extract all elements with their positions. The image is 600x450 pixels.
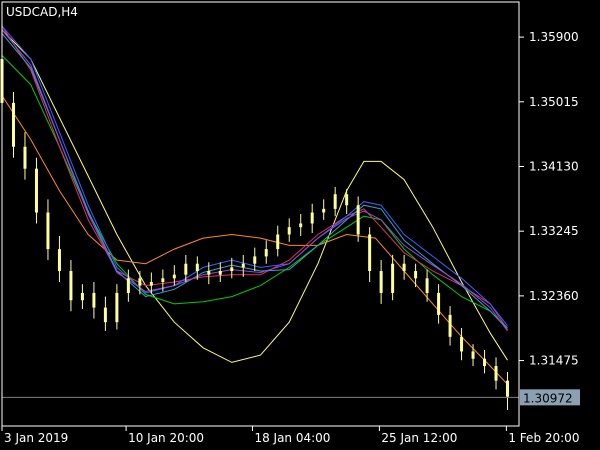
candle-body bbox=[494, 366, 498, 381]
candle-body bbox=[126, 278, 130, 293]
candle-body bbox=[34, 168, 38, 213]
y-tick-label: 1.33245 bbox=[529, 224, 579, 238]
candle-body bbox=[460, 336, 464, 352]
candle-body bbox=[184, 263, 188, 275]
candle-body bbox=[345, 194, 349, 206]
x-tick-label: 10 Jan 20:00 bbox=[128, 431, 204, 445]
y-tick-label: 1.31475 bbox=[529, 354, 579, 368]
candle-body bbox=[437, 292, 441, 315]
candle-body bbox=[195, 263, 199, 272]
candle-body bbox=[391, 263, 395, 293]
candle-body bbox=[310, 212, 314, 224]
candle-body bbox=[368, 234, 372, 272]
candle-body bbox=[46, 212, 50, 250]
candle-body bbox=[115, 292, 119, 323]
candle-body bbox=[218, 271, 222, 275]
candle-body bbox=[322, 208, 326, 213]
candle-body bbox=[425, 278, 429, 293]
candle-body bbox=[241, 263, 245, 268]
y-tick-label: 1.35900 bbox=[529, 30, 579, 44]
candle-body bbox=[161, 278, 165, 282]
candle-body bbox=[379, 271, 383, 293]
candle-body bbox=[92, 292, 96, 308]
current-price-tag: 1.30972 bbox=[520, 389, 580, 406]
candle-body bbox=[448, 314, 452, 337]
candle-body bbox=[276, 234, 280, 250]
candle-body bbox=[483, 358, 487, 367]
symbol-title: USDCAD,H4 bbox=[6, 5, 78, 19]
candle-body bbox=[149, 281, 153, 286]
y-tick-label: 1.35015 bbox=[529, 95, 579, 109]
candle-body bbox=[11, 102, 15, 147]
candle-body bbox=[230, 267, 234, 272]
candle-body bbox=[471, 351, 475, 359]
x-tick-label: 18 Jan 04:00 bbox=[254, 431, 330, 445]
candle-body bbox=[80, 292, 84, 301]
candle-body bbox=[287, 227, 291, 235]
candle-body bbox=[138, 278, 142, 286]
candle-body bbox=[356, 205, 360, 235]
candle-body bbox=[57, 249, 61, 272]
candle-body bbox=[506, 380, 510, 397]
candle-body bbox=[333, 194, 337, 209]
candle-body bbox=[264, 249, 268, 257]
candle-body bbox=[103, 307, 107, 323]
candle-body bbox=[299, 223, 303, 228]
candle-body bbox=[23, 146, 27, 169]
y-tick-label: 1.34130 bbox=[529, 159, 579, 173]
y-tick-label: 1.32360 bbox=[529, 289, 579, 303]
candle-body bbox=[402, 263, 406, 272]
x-tick-label: 1 Feb 20:00 bbox=[508, 431, 579, 445]
current-price-label: 1.30972 bbox=[523, 391, 573, 405]
candle-body bbox=[207, 271, 211, 275]
candle-body bbox=[253, 256, 257, 264]
candle-body bbox=[172, 274, 176, 279]
candle-body bbox=[69, 271, 73, 301]
x-tick-label: 3 Jan 2019 bbox=[4, 431, 68, 445]
x-tick-label: 25 Jan 12:00 bbox=[381, 431, 457, 445]
price-chart[interactable]: 1.35900 1.35015 1.34130 1.33245 1.32360 1.314… bbox=[0, 0, 600, 450]
candle-body bbox=[414, 271, 418, 279]
